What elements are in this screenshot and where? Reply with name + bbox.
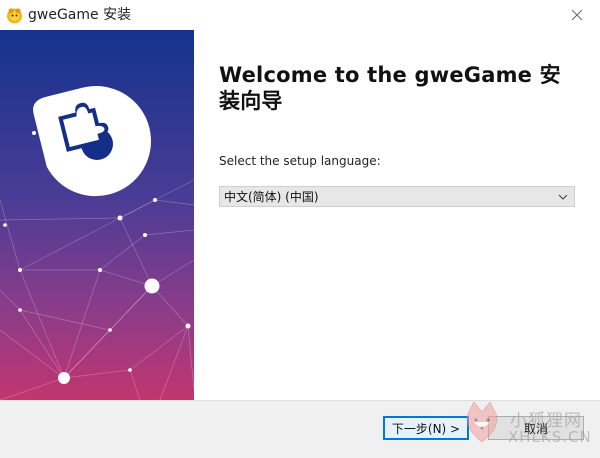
watermark-en: XHLKS.CN	[508, 428, 592, 446]
banner-graphic	[0, 30, 194, 400]
language-select-value: 中文(简体) (中国)	[224, 190, 319, 204]
language-label: Select the setup language:	[219, 154, 381, 168]
close-icon	[571, 9, 583, 21]
close-button[interactable]	[554, 0, 600, 30]
side-banner	[0, 30, 194, 400]
title-bar: gweGame 安装	[0, 0, 600, 30]
next-button[interactable]: 下一步(N) >	[383, 416, 469, 440]
installer-window: gweGame 安装 Welcome to the gweGame 安装向导 S…	[0, 0, 600, 458]
language-select[interactable]: 中文(简体) (中国)	[219, 186, 575, 207]
window-title: gweGame 安装	[28, 7, 132, 23]
chevron-down-icon	[558, 194, 568, 200]
welcome-heading: Welcome to the gweGame 安装向导	[219, 63, 561, 113]
gwegame-app-icon	[6, 7, 23, 24]
